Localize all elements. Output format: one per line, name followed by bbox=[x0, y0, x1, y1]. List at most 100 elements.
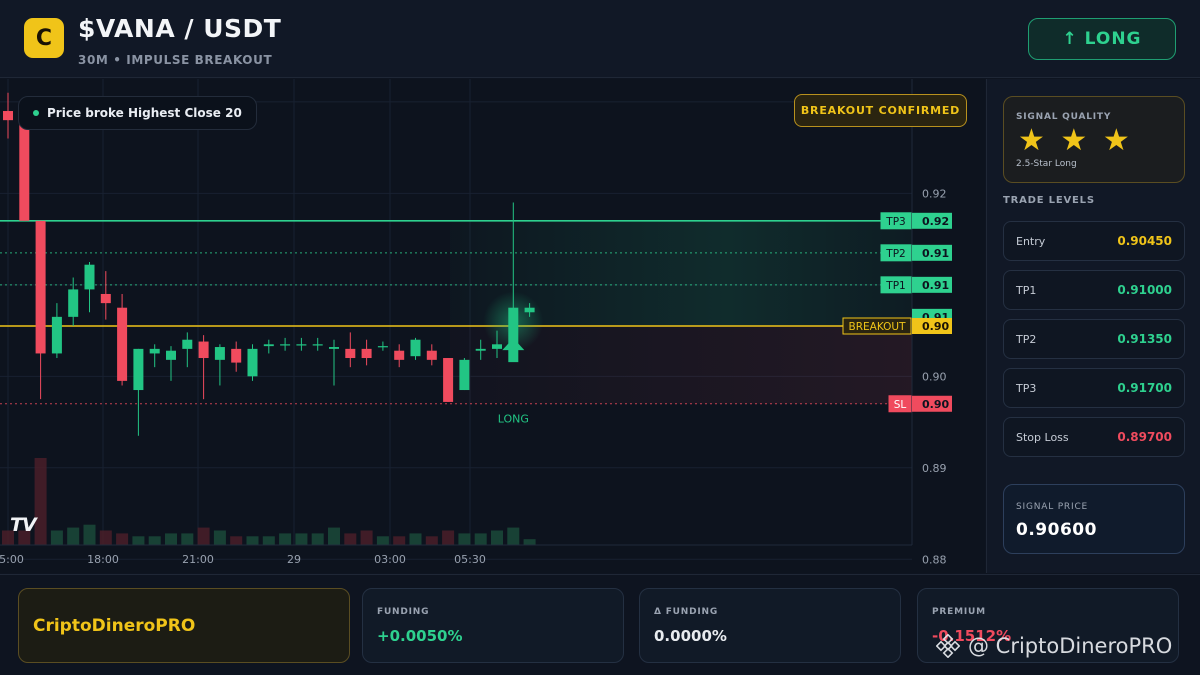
delta-funding-card: Δ FUNDING 0.0000% bbox=[639, 588, 901, 663]
candle-body bbox=[492, 344, 502, 349]
price-tick-label: 0.89 bbox=[922, 462, 947, 475]
volume-bar bbox=[116, 533, 129, 545]
volume-bar bbox=[67, 527, 80, 545]
trade-levels-title: TRADE LEVELS bbox=[1003, 195, 1095, 206]
level-tp3: TP3 0.91700 bbox=[1003, 368, 1185, 408]
signal-price-card: SIGNAL PRICE 0.90600 bbox=[1003, 484, 1185, 554]
candle-body bbox=[84, 264, 95, 290]
volume-bar bbox=[262, 536, 275, 545]
volume-bar bbox=[213, 530, 226, 545]
price-chart[interactable]: LONG0.930.920.910.900.890.8815:0018:0021… bbox=[0, 79, 985, 573]
chart-area[interactable]: LONG0.930.920.910.900.890.8815:0018:0021… bbox=[0, 79, 985, 573]
volume-bar bbox=[50, 530, 63, 545]
price-tick-label: 0.92 bbox=[922, 187, 947, 200]
candle-body bbox=[166, 350, 176, 360]
candle-body bbox=[410, 339, 421, 357]
candle-body bbox=[3, 111, 13, 121]
level-label: Entry bbox=[1016, 234, 1046, 248]
candle-body bbox=[133, 348, 144, 391]
candle-body bbox=[394, 350, 405, 360]
watermark-text: @ CriptoDineroPRO bbox=[968, 634, 1173, 658]
candle-body bbox=[149, 348, 160, 354]
time-tick-label: 15:00 bbox=[0, 553, 24, 566]
volume-bar bbox=[83, 524, 96, 545]
footer-bar: CriptoDineroPRO FUNDING +0.0050% Δ FUNDI… bbox=[0, 574, 1200, 675]
volume-bar bbox=[279, 533, 292, 545]
level-value: 0.91000 bbox=[1117, 283, 1172, 297]
volume-bar bbox=[458, 533, 471, 545]
long-button[interactable]: ↑ LONG bbox=[1028, 18, 1176, 60]
volume-bar bbox=[230, 536, 243, 545]
candle-body bbox=[214, 347, 225, 360]
candle-body bbox=[51, 316, 62, 354]
volume-bar bbox=[507, 527, 520, 545]
level-value-text: 0.90 bbox=[922, 398, 949, 411]
signal-price-value: 0.90600 bbox=[1016, 520, 1097, 540]
level-tag-text: BREAKOUT bbox=[849, 321, 907, 333]
signal-quality-title: SIGNAL QUALITY bbox=[1016, 112, 1112, 122]
volume-bar bbox=[328, 527, 340, 545]
level-tag-text: TP3 bbox=[885, 216, 905, 228]
funding-title: FUNDING bbox=[377, 607, 430, 617]
coin-logo: C bbox=[24, 18, 64, 58]
candle-body bbox=[524, 307, 535, 313]
legend-text: Price broke Highest Close 20 bbox=[47, 106, 242, 120]
candle-body bbox=[247, 348, 258, 377]
tradingview-logo[interactable]: TV bbox=[10, 514, 37, 536]
volume-bar bbox=[165, 533, 177, 545]
sidebar: SIGNAL QUALITY ★ ★ ★ 2.5-Star Long TRADE… bbox=[986, 79, 1200, 573]
volume-bar bbox=[132, 536, 145, 545]
chart-legend: Price broke Highest Close 20 bbox=[18, 96, 257, 130]
time-tick-label: 21:00 bbox=[182, 553, 214, 566]
pair-title: $VANA / USDT bbox=[78, 14, 282, 43]
level-value-text: 0.91 bbox=[922, 247, 949, 260]
volume-bar bbox=[376, 536, 389, 545]
binance-icon bbox=[936, 634, 960, 658]
premium-title: PREMIUM bbox=[932, 607, 986, 617]
volume-bar bbox=[393, 536, 406, 545]
time-tick-label: 03:00 bbox=[374, 553, 406, 566]
volume-bar bbox=[34, 458, 47, 545]
price-tick-label: 0.88 bbox=[922, 553, 947, 566]
signal-quality-card: SIGNAL QUALITY ★ ★ ★ 2.5-Star Long bbox=[1003, 96, 1185, 183]
volume-bar bbox=[99, 530, 112, 545]
candle-body bbox=[361, 348, 372, 359]
candle-body bbox=[117, 307, 128, 381]
volume-bar bbox=[197, 527, 210, 545]
legend-dot-icon bbox=[33, 110, 39, 116]
volume-bar bbox=[148, 536, 161, 545]
volume-bar bbox=[491, 530, 503, 545]
candle-body bbox=[475, 348, 486, 351]
price-tick-label: 0.90 bbox=[922, 370, 947, 383]
candle-body bbox=[231, 348, 242, 363]
candle-body bbox=[329, 347, 339, 349]
signal-price-title: SIGNAL PRICE bbox=[1016, 502, 1089, 512]
level-label: TP2 bbox=[1016, 332, 1037, 346]
level-value-text: 0.91 bbox=[922, 279, 949, 292]
candle-body bbox=[182, 339, 193, 349]
volume-bar bbox=[523, 539, 536, 545]
candle-body bbox=[345, 348, 356, 359]
level-value-text: 0.90 bbox=[922, 320, 949, 333]
watermark: @ CriptoDineroPRO bbox=[936, 634, 1172, 658]
volume-bar bbox=[311, 533, 324, 545]
volume-bar bbox=[425, 536, 438, 545]
breakout-confirmed-badge: BREAKOUT CONFIRMED bbox=[794, 94, 967, 127]
time-tick-label: 18:00 bbox=[87, 553, 119, 566]
level-value: 0.89700 bbox=[1117, 430, 1172, 444]
level-value: 0.90450 bbox=[1117, 234, 1172, 248]
level-label: TP1 bbox=[1016, 283, 1037, 297]
level-tp2: TP2 0.91350 bbox=[1003, 319, 1185, 359]
star-rating-icon: ★ ★ ★ bbox=[1018, 123, 1133, 158]
level-value: 0.91700 bbox=[1117, 381, 1172, 395]
candle-body bbox=[263, 344, 274, 347]
funding-card: FUNDING +0.0050% bbox=[362, 588, 624, 663]
level-value-text: 0.92 bbox=[922, 215, 949, 228]
candle-body bbox=[296, 344, 307, 346]
volume-bar bbox=[442, 530, 455, 545]
time-tick-label: 05:30 bbox=[454, 553, 486, 566]
level-label: Stop Loss bbox=[1016, 430, 1069, 444]
candle-body bbox=[280, 344, 291, 346]
candle-body bbox=[443, 358, 454, 402]
signal-quality-sub: 2.5-Star Long bbox=[1016, 159, 1077, 169]
